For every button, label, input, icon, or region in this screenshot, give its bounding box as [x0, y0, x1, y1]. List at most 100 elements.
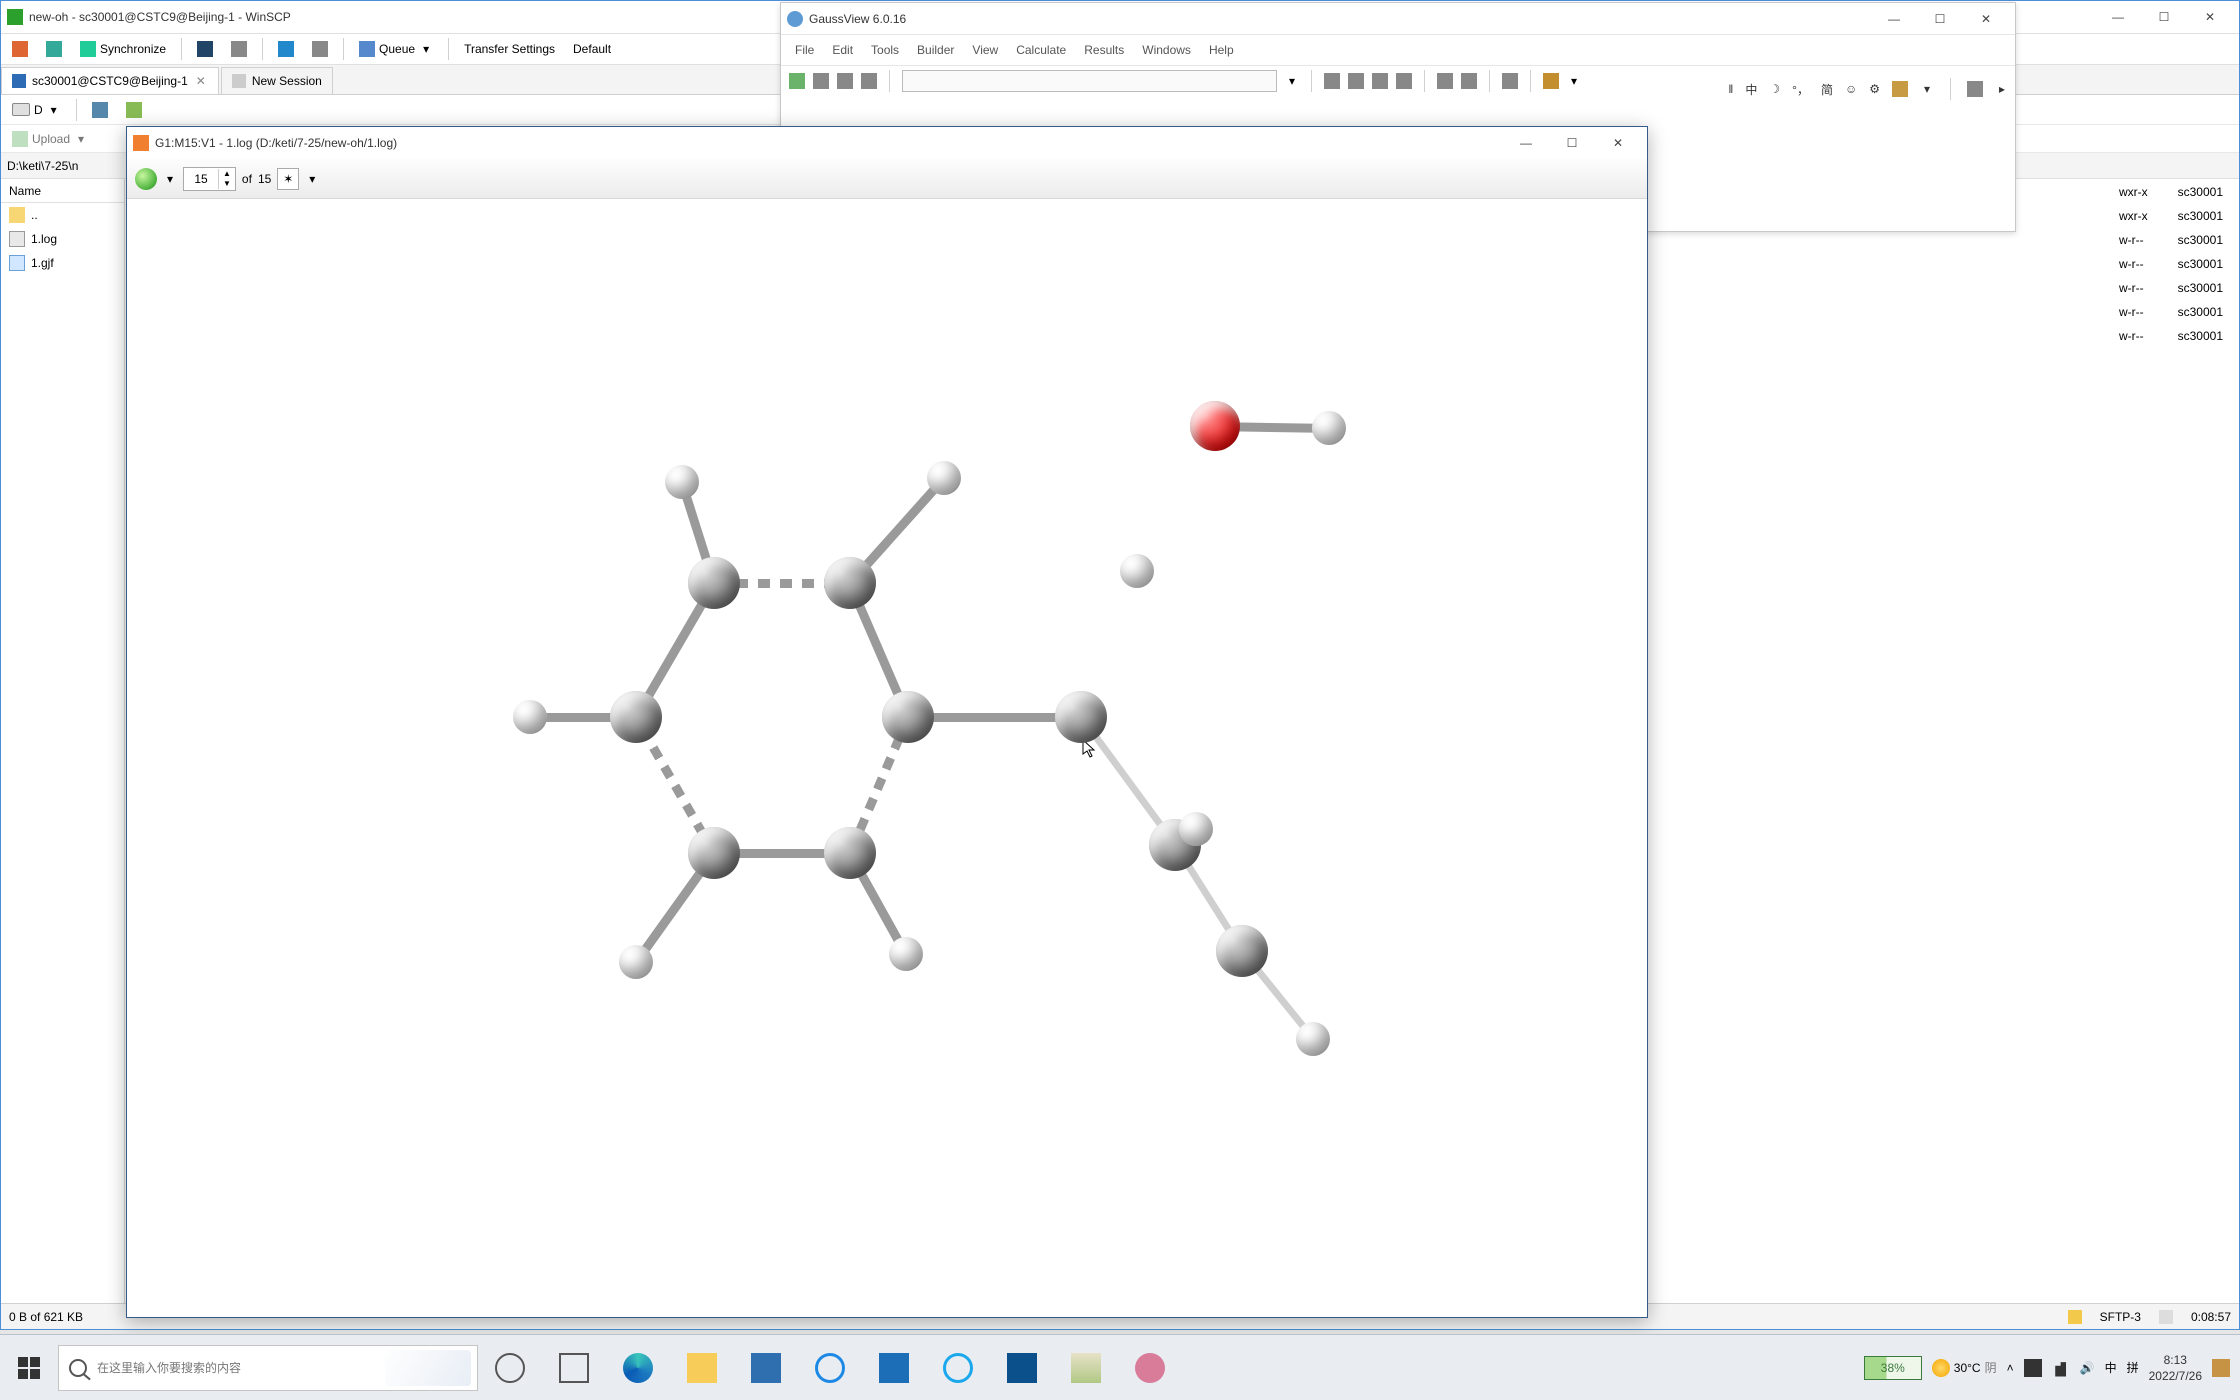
- winscp-close-button[interactable]: ✕: [2187, 5, 2233, 29]
- atom-h[interactable]: [1296, 1022, 1330, 1056]
- builder-combo[interactable]: [902, 70, 1277, 92]
- tb-icon-refresh[interactable]: [39, 37, 69, 61]
- ime-tool-icon[interactable]: [1892, 81, 1908, 97]
- menu-view[interactable]: View: [972, 43, 998, 57]
- table-row[interactable]: wxr-xsc30001: [2105, 181, 2237, 203]
- atom-h[interactable]: [665, 465, 699, 499]
- play-icon[interactable]: [135, 168, 157, 190]
- chevron-down-icon[interactable]: ▾: [305, 172, 319, 186]
- atom-c[interactable]: [688, 557, 740, 609]
- nav-icon-1[interactable]: [85, 98, 115, 122]
- task-ie[interactable]: [798, 1335, 862, 1400]
- animate-icon[interactable]: ✶: [277, 168, 299, 190]
- ime-zhong[interactable]: 中: [2105, 1359, 2117, 1376]
- volume-icon[interactable]: 🔊: [2080, 1361, 2095, 1375]
- table-row[interactable]: w-r--sc30001: [2105, 229, 2237, 251]
- upload-button[interactable]: Upload ▾: [5, 127, 95, 151]
- atom-h[interactable]: [619, 945, 653, 979]
- winscp-min-button[interactable]: —: [2095, 5, 2141, 29]
- drive-selector[interactable]: D ▾: [5, 99, 68, 121]
- menu-results[interactable]: Results: [1084, 43, 1124, 57]
- tb-settings-icon[interactable]: [305, 37, 335, 61]
- smile-icon[interactable]: ☺: [1845, 82, 1857, 96]
- element-icon[interactable]: [789, 73, 805, 89]
- tray-clock[interactable]: 8:13 2022/7/26: [2149, 1352, 2202, 1384]
- menu-builder[interactable]: Builder: [917, 43, 954, 57]
- file-row[interactable]: 1.gjf: [1, 251, 124, 275]
- transfer-default-button[interactable]: Default: [566, 38, 618, 60]
- ime-toolbar[interactable]: ‖ 中 ☽ °， 简 ☺ ⚙ ▾ ▸: [1728, 69, 2009, 109]
- molwin-max-button[interactable]: ☐: [1549, 131, 1595, 155]
- atom-h[interactable]: [1312, 411, 1346, 445]
- table-row[interactable]: w-r--sc30001: [2105, 325, 2237, 347]
- wifi-icon[interactable]: [2052, 1359, 2070, 1377]
- taskbar-search[interactable]: 在这里输入你要搜索的内容: [58, 1345, 478, 1391]
- frame-spinner[interactable]: ▲ ▼: [183, 167, 236, 191]
- ime-jian[interactable]: 简: [1821, 81, 1833, 98]
- power-icon[interactable]: [2024, 1359, 2042, 1377]
- atom-h[interactable]: [927, 461, 961, 495]
- ime-pin[interactable]: 拼: [2127, 1359, 2139, 1376]
- atom-c[interactable]: [882, 691, 934, 743]
- spinner-down-icon[interactable]: ▼: [218, 179, 235, 189]
- task-cortana[interactable]: [478, 1335, 542, 1400]
- weather-widget[interactable]: 30°C 阴: [1932, 1359, 1997, 1377]
- atom-c[interactable]: [824, 557, 876, 609]
- atom-c[interactable]: [824, 827, 876, 879]
- undo-icon[interactable]: [1502, 73, 1518, 89]
- center-icon[interactable]: [1543, 73, 1559, 89]
- ime-d-icon[interactable]: ‖: [1728, 82, 1733, 96]
- synchronize-button[interactable]: Synchronize: [73, 37, 173, 61]
- clean-icon[interactable]: [1461, 73, 1477, 89]
- tab-close-icon[interactable]: ✕: [194, 74, 208, 88]
- chain-icon[interactable]: [861, 73, 877, 89]
- transfer-settings-button[interactable]: Transfer Settings: [457, 38, 562, 60]
- task-winscp[interactable]: [1054, 1335, 1118, 1400]
- atom-h[interactable]: [1179, 812, 1213, 846]
- new-session-tab[interactable]: New Session: [221, 67, 333, 94]
- molwin-title-bar[interactable]: G1:M15:V1 - 1.log (D:/keti/7-25/new-oh/1…: [127, 127, 1647, 159]
- battery-indicator[interactable]: 38%: [1864, 1356, 1922, 1380]
- atom-h[interactable]: [513, 700, 547, 734]
- atom-c[interactable]: [1216, 925, 1268, 977]
- session-tab-active[interactable]: sc30001@CSTC9@Beijing-1 ✕: [1, 67, 219, 94]
- atom-h[interactable]: [889, 937, 923, 971]
- tb-icon-grid[interactable]: [5, 37, 35, 61]
- menu-tools[interactable]: Tools: [871, 43, 899, 57]
- addh-icon[interactable]: [1437, 73, 1453, 89]
- dihedral-icon[interactable]: [1372, 73, 1388, 89]
- tray-chevron-up-icon[interactable]: ˄: [2007, 1361, 2014, 1375]
- ime-zhong[interactable]: 中: [1745, 81, 1757, 98]
- queue-button[interactable]: Queue ▾: [352, 37, 440, 61]
- nav-icon-2[interactable]: [119, 98, 149, 122]
- frame-input[interactable]: [184, 168, 218, 190]
- task-view[interactable]: [542, 1335, 606, 1400]
- menu-calculate[interactable]: Calculate: [1016, 43, 1066, 57]
- menu-help[interactable]: Help: [1209, 43, 1234, 57]
- file-row[interactable]: ..: [1, 203, 124, 227]
- winscp-max-button[interactable]: ☐: [2141, 5, 2187, 29]
- chevron-down-icon[interactable]: ▾: [1920, 82, 1934, 96]
- table-row[interactable]: w-r--sc30001: [2105, 253, 2237, 275]
- file-row[interactable]: 1.log: [1, 227, 124, 251]
- atom-c[interactable]: [1055, 691, 1107, 743]
- table-row[interactable]: w-r--sc30001: [2105, 301, 2237, 323]
- atom-h[interactable]: [1120, 554, 1154, 588]
- task-app2[interactable]: [990, 1335, 1054, 1400]
- task-edge[interactable]: [606, 1335, 670, 1400]
- gview-close-button[interactable]: ✕: [1963, 7, 2009, 31]
- angle-icon[interactable]: [1348, 73, 1364, 89]
- inquire-icon[interactable]: [1396, 73, 1412, 89]
- menu-windows[interactable]: Windows: [1142, 43, 1191, 57]
- task-store[interactable]: [734, 1335, 798, 1400]
- gview-max-button[interactable]: ☐: [1917, 7, 1963, 31]
- chevron-down-icon[interactable]: ▾: [1285, 74, 1299, 88]
- molecule-viewport[interactable]: [127, 199, 1647, 1317]
- task-gview[interactable]: [1118, 1335, 1182, 1400]
- atom-c[interactable]: [610, 691, 662, 743]
- gear-icon[interactable]: ⚙: [1869, 82, 1880, 96]
- task-mail[interactable]: [862, 1335, 926, 1400]
- molwin-close-button[interactable]: ✕: [1595, 131, 1641, 155]
- table-row[interactable]: wxr-xsc30001: [2105, 205, 2237, 227]
- chevron-down-icon[interactable]: ▾: [1567, 74, 1581, 88]
